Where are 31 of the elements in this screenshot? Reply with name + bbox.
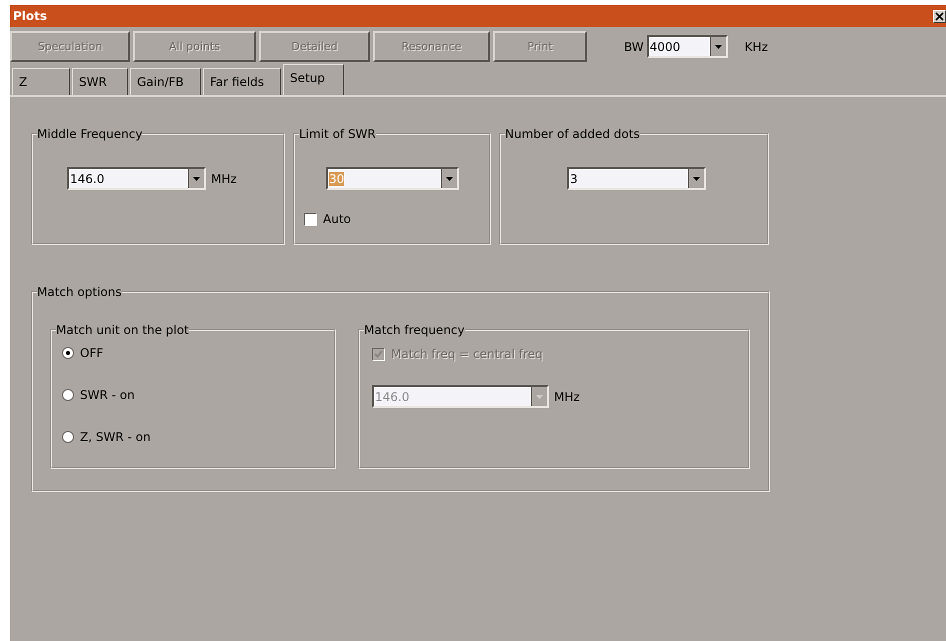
group-title: Match unit on the plot (56, 323, 189, 337)
radio-option[interactable]: SWR - on (62, 388, 334, 402)
tab[interactable]: Far fields (203, 68, 281, 95)
dropdown-arrow-icon (714, 44, 722, 48)
tab[interactable]: Setup (283, 64, 344, 95)
close-icon (935, 12, 944, 20)
dropdown-arrow-icon (193, 176, 200, 180)
radio-option[interactable]: OFF (62, 346, 334, 360)
dots-combobox[interactable]: 3 (567, 167, 706, 190)
checkmark-icon (374, 350, 383, 358)
bw-label: BW (624, 40, 644, 54)
group-title: Middle Frequency (37, 127, 142, 141)
frequency-combobox[interactable]: 146.0 (67, 167, 206, 190)
unit-label: KHz (744, 40, 768, 54)
dropdown-arrow-icon (693, 176, 700, 180)
close-button[interactable] (933, 10, 946, 22)
checkbox[interactable]: Auto (304, 212, 351, 226)
window-title: Plots (13, 9, 48, 23)
tab[interactable]: Gain/FB (130, 68, 201, 95)
tab[interactable]: SWR (72, 68, 128, 95)
radio-option[interactable]: Z, SWR - on (62, 430, 334, 444)
unit-label: MHz (554, 390, 580, 404)
dropdown-arrow-icon (536, 394, 543, 398)
unit-label: MHz (211, 172, 237, 186)
tab[interactable]: Z (12, 68, 70, 95)
group-title: Number of added dots (505, 127, 640, 141)
group-title: Match options (37, 285, 122, 299)
group-title: Limit of SWR (299, 127, 376, 141)
bw-combobox[interactable]: 4000 (646, 35, 728, 58)
group-title: Match frequency (364, 323, 465, 337)
dropdown-arrow-icon (446, 176, 453, 180)
